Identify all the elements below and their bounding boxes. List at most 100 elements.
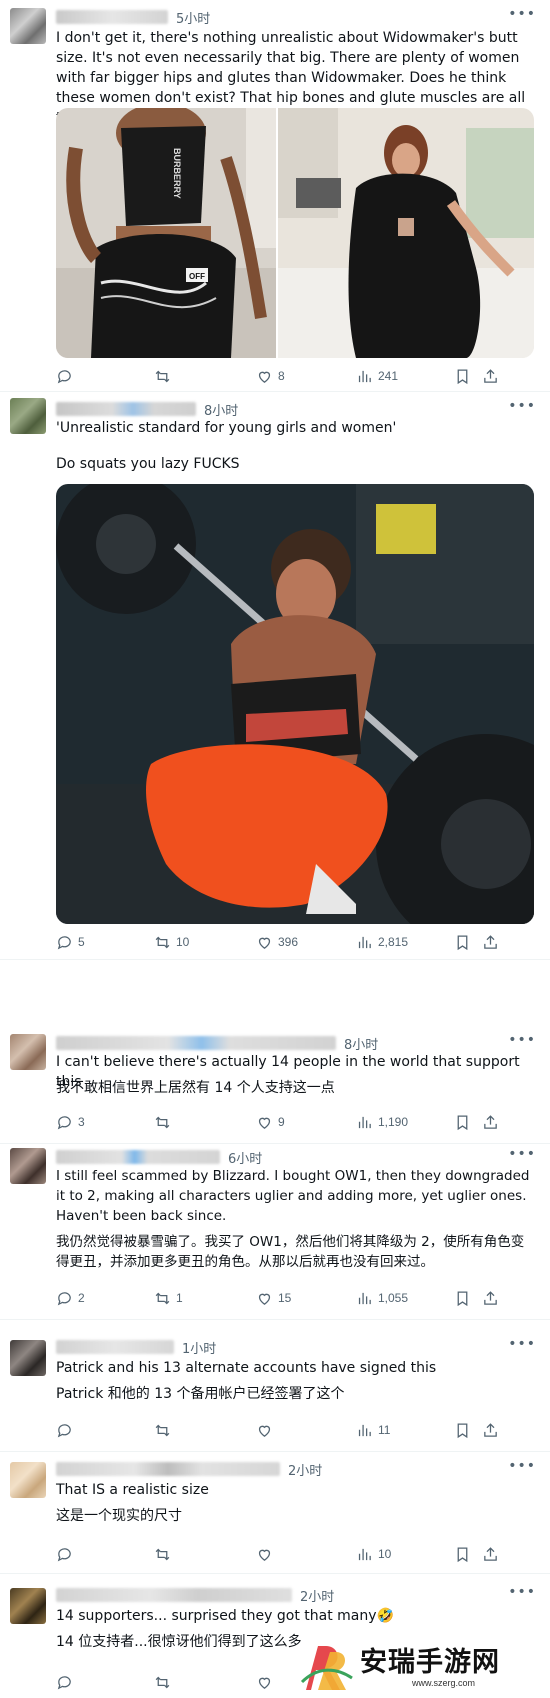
avatar[interactable] xyxy=(10,8,46,44)
more-icon[interactable]: ••• xyxy=(508,6,536,22)
share-button[interactable] xyxy=(482,1544,499,1564)
like-button[interactable] xyxy=(256,1672,278,1692)
repost-button[interactable] xyxy=(154,366,176,386)
repost-icon xyxy=(155,936,170,948)
repost-button[interactable] xyxy=(154,1112,176,1132)
views-button[interactable]: 241 xyxy=(356,366,398,386)
views-icon xyxy=(358,370,371,382)
post-5[interactable]: 1小时 ••• Patrick and his 13 alternate acc… xyxy=(0,1330,550,1452)
reply-button[interactable] xyxy=(56,1544,78,1564)
views-icon xyxy=(358,1292,371,1304)
share-button[interactable] xyxy=(482,1420,499,1440)
username-redacted[interactable] xyxy=(56,1150,220,1164)
post-1[interactable]: 5小时 ••• I don't get it, there's nothing … xyxy=(0,0,550,392)
reply-count: 3 xyxy=(78,1115,85,1129)
post-image[interactable] xyxy=(56,484,534,924)
bookmark-button[interactable] xyxy=(454,1544,471,1564)
more-icon[interactable]: ••• xyxy=(508,398,536,414)
username-redacted[interactable] xyxy=(56,1588,292,1602)
avatar[interactable] xyxy=(10,1034,46,1070)
views-count: 1,190 xyxy=(378,1115,409,1129)
more-icon[interactable]: ••• xyxy=(508,1458,536,1474)
username-redacted[interactable] xyxy=(56,10,168,24)
views-button[interactable]: 1,055 xyxy=(356,1288,408,1308)
avatar[interactable] xyxy=(10,1462,46,1498)
views-icon xyxy=(358,1116,371,1128)
like-button[interactable] xyxy=(256,1544,278,1564)
bookmark-icon xyxy=(457,368,468,384)
repost-count: 1 xyxy=(176,1291,183,1305)
post-text: 14 supporters... surprised they got that… xyxy=(56,1608,394,1624)
post-translation: 这是一个现实的尺寸 xyxy=(56,1508,182,1524)
username-redacted[interactable] xyxy=(56,402,196,416)
bookmark-button[interactable] xyxy=(454,932,471,952)
more-icon[interactable]: ••• xyxy=(508,1032,536,1048)
reply-button[interactable]: 2 xyxy=(56,1288,85,1308)
username-redacted[interactable] xyxy=(56,1462,280,1476)
bookmark-button[interactable] xyxy=(454,366,471,386)
views-icon xyxy=(358,1548,371,1560)
reply-button[interactable]: 3 xyxy=(56,1112,85,1132)
post-time[interactable]: 2小时 xyxy=(300,1586,334,1605)
repost-button[interactable]: 10 xyxy=(154,932,189,952)
username-redacted[interactable] xyxy=(56,1340,174,1354)
bookmark-button[interactable] xyxy=(454,1420,471,1440)
share-button[interactable] xyxy=(482,932,499,952)
post-text: I still feel scammed by Blizzard. I boug… xyxy=(56,1168,530,1224)
more-icon[interactable]: ••• xyxy=(508,1336,536,1352)
avatar[interactable] xyxy=(10,398,46,434)
share-icon xyxy=(484,934,497,949)
share-button[interactable] xyxy=(482,366,499,386)
bookmark-icon xyxy=(457,1114,468,1130)
share-icon xyxy=(484,1290,497,1305)
post-4[interactable]: 6小时 ••• I still feel scammed by Blizzard… xyxy=(0,1144,550,1320)
share-button[interactable] xyxy=(482,1112,499,1132)
bookmark-button[interactable] xyxy=(454,1288,471,1308)
post-time[interactable]: 6小时 xyxy=(228,1148,262,1167)
views-count: 241 xyxy=(378,369,399,383)
post-2[interactable]: 8小时 ••• 'Unrealistic standard for young … xyxy=(0,392,550,960)
post-time[interactable]: 2小时 xyxy=(288,1460,322,1479)
reply-button[interactable] xyxy=(56,1420,78,1440)
username-redacted[interactable] xyxy=(56,1036,336,1050)
like-count: 396 xyxy=(278,935,299,949)
views-button[interactable]: 2,815 xyxy=(356,932,408,952)
avatar[interactable] xyxy=(10,1148,46,1184)
post-time[interactable]: 8小时 xyxy=(344,1034,378,1053)
repost-button[interactable]: 1 xyxy=(154,1288,183,1308)
like-count: 15 xyxy=(278,1291,292,1305)
like-button[interactable]: 396 xyxy=(256,932,298,952)
views-button[interactable]: 11 xyxy=(356,1420,390,1440)
bookmark-icon xyxy=(457,1546,468,1562)
post-translation: 我不敢相信世界上居然有 14 个人支持这一点 xyxy=(56,1080,335,1096)
post-6[interactable]: 2小时 ••• That IS a realistic size 这是一个现实的… xyxy=(0,1452,550,1574)
bookmark-button[interactable] xyxy=(454,1112,471,1132)
avatar[interactable] xyxy=(10,1588,46,1624)
like-button[interactable]: 8 xyxy=(256,366,285,386)
like-button[interactable] xyxy=(256,1420,278,1440)
like-button[interactable]: 9 xyxy=(256,1112,285,1132)
reply-button[interactable] xyxy=(56,1672,78,1692)
reply-icon xyxy=(57,1547,71,1561)
reply-button[interactable] xyxy=(56,366,78,386)
like-icon xyxy=(258,1117,271,1129)
views-button[interactable]: 1,190 xyxy=(356,1112,408,1132)
views-icon xyxy=(358,936,371,948)
post-time[interactable]: 1小时 xyxy=(182,1338,216,1357)
post-3[interactable]: 8小时 ••• I can't believe there's actually… xyxy=(0,1030,550,1144)
more-icon[interactable]: ••• xyxy=(508,1146,536,1162)
reply-button[interactable]: 5 xyxy=(56,932,85,952)
reply-count: 5 xyxy=(78,935,85,949)
post-time[interactable]: 8小时 xyxy=(204,400,238,419)
repost-icon xyxy=(155,370,170,382)
views-button[interactable]: 10 xyxy=(356,1544,391,1564)
repost-button[interactable] xyxy=(154,1544,176,1564)
post-image[interactable]: OFF BURBERRY xyxy=(56,108,534,358)
like-button[interactable]: 15 xyxy=(256,1288,291,1308)
share-button[interactable] xyxy=(482,1288,499,1308)
avatar[interactable] xyxy=(10,1340,46,1376)
post-time[interactable]: 5小时 xyxy=(176,8,210,27)
more-icon[interactable]: ••• xyxy=(508,1584,536,1600)
repost-button[interactable] xyxy=(154,1420,176,1440)
repost-button[interactable] xyxy=(154,1672,176,1692)
